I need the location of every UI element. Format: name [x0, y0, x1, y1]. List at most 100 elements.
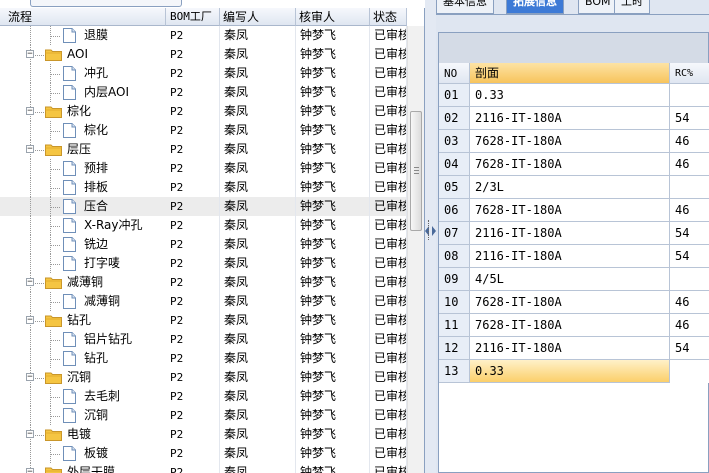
profile-cell[interactable]: 7628-IT-180A [470, 130, 670, 153]
profile-cell[interactable]: 0.33 [470, 84, 670, 107]
profile-cell[interactable]: 2116-IT-180A [470, 107, 670, 130]
rc-percent-cell[interactable] [670, 176, 709, 199]
column-header-status[interactable]: 状态 [370, 8, 407, 26]
tab-1[interactable]: 拓展信息 [506, 0, 564, 14]
profile-cell[interactable]: 4/5L [470, 268, 670, 291]
stackup-row[interactable]: 02 2116-IT-180A 54 [439, 107, 709, 130]
tree-row[interactable]: 减薄铜 P2 秦凤 钟梦飞 已审核 [0, 292, 407, 311]
tree-row[interactable]: 打字唛 P2 秦凤 钟梦飞 已审核 [0, 254, 407, 273]
stackup-row[interactable]: 13 0.33 [439, 360, 709, 383]
collapse-toggle-icon[interactable]: − [26, 373, 34, 382]
panel-splitter[interactable] [425, 0, 436, 473]
stackup-row[interactable]: 04 7628-IT-180A 46 [439, 153, 709, 176]
column-header-no[interactable]: NO [439, 63, 470, 84]
status-cell: 已审核 [370, 197, 407, 216]
tree-row[interactable]: 压合 P2 秦凤 钟梦飞 已审核 [0, 197, 407, 216]
profile-cell[interactable]: 7628-IT-180A [470, 199, 670, 222]
rc-percent-cell[interactable]: 54 [670, 337, 709, 360]
tree-row[interactable]: X-Ray冲孔 P2 秦凤 钟梦飞 已审核 [0, 216, 407, 235]
profile-cell[interactable]: 7628-IT-180A [470, 314, 670, 337]
profile-cell[interactable]: 2/3L [470, 176, 670, 199]
toolbar-button-edge[interactable] [30, 0, 182, 7]
reviewer-cell: 钟梦飞 [296, 64, 370, 83]
folder-icon [45, 467, 62, 473]
tree-row[interactable]: − 电镀 P2 秦凤 钟梦飞 已审核 [0, 425, 407, 444]
status-cell: 已审核 [370, 349, 407, 368]
status-cell: 已审核 [370, 83, 407, 102]
column-header-bom-factory[interactable]: BOM工厂 [166, 8, 220, 26]
row-number-cell: 03 [439, 130, 470, 153]
stackup-row[interactable]: 12 2116-IT-180A 54 [439, 337, 709, 360]
stackup-row[interactable]: 08 2116-IT-180A 54 [439, 245, 709, 268]
collapse-toggle-icon[interactable]: − [26, 316, 34, 325]
rc-percent-cell[interactable]: 54 [670, 222, 709, 245]
tree-row[interactable]: 去毛刺 P2 秦凤 钟梦飞 已审核 [0, 387, 407, 406]
collapse-toggle-icon[interactable]: − [26, 145, 34, 154]
rc-percent-cell[interactable]: 54 [670, 107, 709, 130]
tree-node-label: 退膜 [84, 28, 109, 42]
column-header-process[interactable]: 流程 [0, 8, 166, 26]
tree-row[interactable]: 板镀 P2 秦凤 钟梦飞 已审核 [0, 444, 407, 463]
stackup-row[interactable]: 07 2116-IT-180A 54 [439, 222, 709, 245]
profile-cell[interactable]: 7628-IT-180A [470, 291, 670, 314]
column-header-profile[interactable]: 剖面 [470, 63, 670, 84]
profile-cell[interactable]: 2116-IT-180A [470, 245, 670, 268]
tree-row[interactable]: 退膜 P2 秦凤 钟梦飞 已审核 [0, 26, 407, 45]
rc-percent-cell[interactable] [670, 84, 709, 107]
rc-percent-cell[interactable]: 46 [670, 199, 709, 222]
rc-percent-cell[interactable]: 46 [670, 291, 709, 314]
profile-cell[interactable]: 2116-IT-180A [470, 337, 670, 360]
bom-factory-cell: P2 [166, 216, 220, 235]
profile-cell[interactable]: 2116-IT-180A [470, 222, 670, 245]
editor-cell: 秦凤 [220, 216, 296, 235]
rc-percent-cell[interactable]: 46 [670, 153, 709, 176]
collapse-toggle-icon[interactable]: − [26, 278, 34, 287]
stackup-row[interactable]: 01 0.33 [439, 84, 709, 107]
tree-row[interactable]: 钻孔 P2 秦凤 钟梦飞 已审核 [0, 349, 407, 368]
collapse-toggle-icon[interactable]: − [26, 107, 34, 116]
tree-row[interactable]: − 棕化 P2 秦凤 钟梦飞 已审核 [0, 102, 407, 121]
column-header-reviewer[interactable]: 核审人 [296, 8, 370, 26]
tree-row[interactable]: 内层AOI P2 秦凤 钟梦飞 已审核 [0, 83, 407, 102]
collapse-toggle-icon[interactable]: − [26, 468, 34, 473]
tree-row[interactable]: 铣边 P2 秦凤 钟梦飞 已审核 [0, 235, 407, 254]
tree-grid-scrollbar[interactable] [407, 26, 424, 473]
tree-row[interactable]: 铝片钻孔 P2 秦凤 钟梦飞 已审核 [0, 330, 407, 349]
tree-row[interactable]: 棕化 P2 秦凤 钟梦飞 已审核 [0, 121, 407, 140]
stackup-row[interactable]: 05 2/3L [439, 176, 709, 199]
rc-percent-cell[interactable]: 54 [670, 245, 709, 268]
editor-cell: 秦凤 [220, 197, 296, 216]
stackup-row[interactable]: 03 7628-IT-180A 46 [439, 130, 709, 153]
tree-row[interactable]: − 层压 P2 秦凤 钟梦飞 已审核 [0, 140, 407, 159]
stackup-row[interactable]: 09 4/5L [439, 268, 709, 291]
stackup-row[interactable]: 10 7628-IT-180A 46 [439, 291, 709, 314]
rc-percent-cell[interactable]: 46 [670, 130, 709, 153]
rc-percent-cell[interactable] [670, 360, 709, 383]
rc-percent-cell[interactable] [670, 268, 709, 291]
tree-row[interactable]: − 外层干膜 P2 秦凤 钟梦飞 已审核 [0, 463, 407, 473]
document-icon [63, 85, 76, 100]
scrollbar-thumb[interactable] [410, 111, 422, 231]
stackup-row[interactable]: 06 7628-IT-180A 46 [439, 199, 709, 222]
collapse-toggle-icon[interactable]: − [26, 50, 34, 59]
tab-3[interactable]: 工时 [614, 0, 650, 14]
tree-row[interactable]: 排板 P2 秦凤 钟梦飞 已审核 [0, 178, 407, 197]
tree-row[interactable]: 预排 P2 秦凤 钟梦飞 已审核 [0, 159, 407, 178]
bom-factory-cell: P2 [166, 387, 220, 406]
rc-percent-cell[interactable]: 46 [670, 314, 709, 337]
detail-panel: 基本信息 拓展信息 BOM 工时 NO 剖面 RC% 01 0.33 02 2116-IT-… [436, 0, 709, 473]
tree-row[interactable]: − AOI P2 秦凤 钟梦飞 已审核 [0, 45, 407, 64]
collapse-toggle-icon[interactable]: − [26, 430, 34, 439]
tree-row[interactable]: 冲孔 P2 秦凤 钟梦飞 已审核 [0, 64, 407, 83]
profile-cell[interactable]: 0.33 [470, 360, 670, 383]
tree-row[interactable]: − 减薄铜 P2 秦凤 钟梦飞 已审核 [0, 273, 407, 292]
tab-2[interactable]: BOM [578, 0, 618, 14]
tree-row[interactable]: − 钻孔 P2 秦凤 钟梦飞 已审核 [0, 311, 407, 330]
tab-0[interactable]: 基本信息 [436, 0, 494, 14]
column-header-rc-percent[interactable]: RC% [670, 63, 709, 84]
tree-row[interactable]: 沉铜 P2 秦凤 钟梦飞 已审核 [0, 406, 407, 425]
profile-cell[interactable]: 7628-IT-180A [470, 153, 670, 176]
stackup-row[interactable]: 11 7628-IT-180A 46 [439, 314, 709, 337]
column-header-editor[interactable]: 编写人 [220, 8, 296, 26]
tree-row[interactable]: − 沉铜 P2 秦凤 钟梦飞 已审核 [0, 368, 407, 387]
